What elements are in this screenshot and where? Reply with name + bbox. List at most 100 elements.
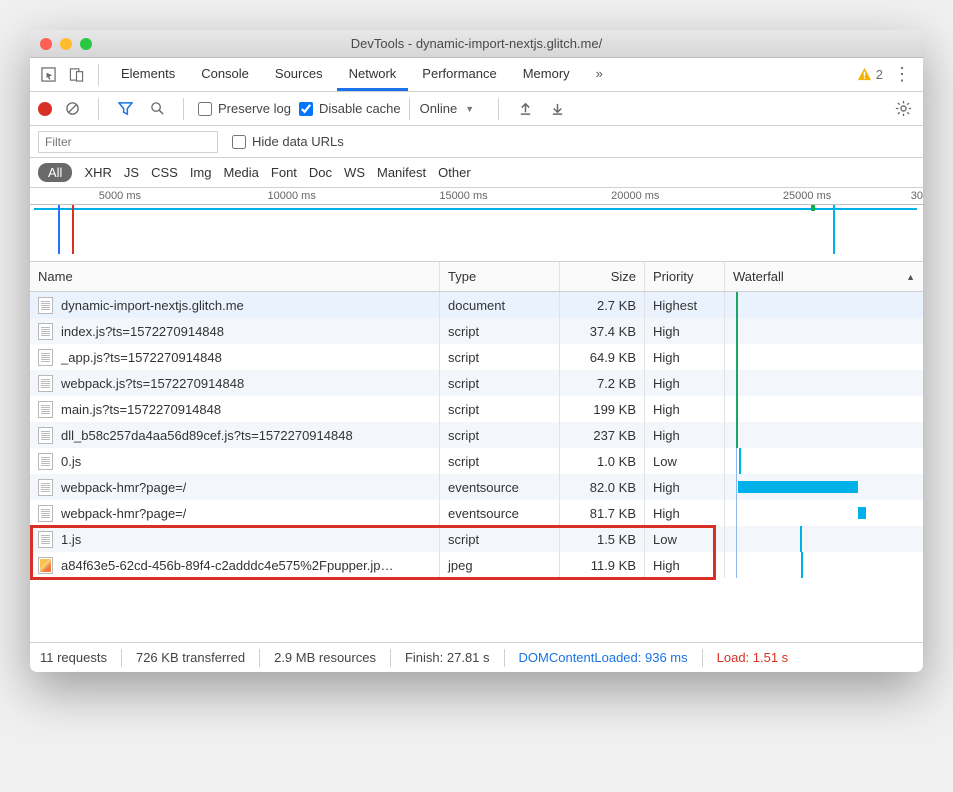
table-row[interactable]: dynamic-import-nextjs.glitch.medocument2… xyxy=(30,292,923,318)
close-window-button[interactable] xyxy=(40,38,52,50)
col-priority[interactable]: Priority xyxy=(645,262,725,291)
upload-har-icon[interactable] xyxy=(513,97,537,121)
tab-overflow[interactable]: » xyxy=(584,58,615,91)
tick: 10000 ms xyxy=(206,190,378,202)
hide-data-urls-checkbox[interactable]: Hide data URLs xyxy=(232,134,344,149)
preserve-log-checkbox[interactable]: Preserve log xyxy=(198,101,291,116)
hide-data-urls-label: Hide data URLs xyxy=(252,134,344,149)
device-toolbar-icon[interactable] xyxy=(64,63,88,87)
document-file-icon xyxy=(38,531,53,548)
type-other[interactable]: Other xyxy=(438,165,471,180)
request-priority: High xyxy=(645,500,725,526)
document-file-icon xyxy=(38,505,53,522)
throttling-select[interactable]: Online ▼ xyxy=(409,98,485,120)
request-size: 1.5 KB xyxy=(560,526,645,552)
waterfall-cell xyxy=(725,500,923,526)
stat-dcl: DOMContentLoaded: 936 ms xyxy=(519,650,688,665)
table-row[interactable]: webpack.js?ts=1572270914848script7.2 KBH… xyxy=(30,370,923,396)
request-size: 82.0 KB xyxy=(560,474,645,500)
tick: 5000 ms xyxy=(34,190,206,202)
request-type: script xyxy=(440,396,560,422)
col-waterfall[interactable]: Waterfall ▲ xyxy=(725,262,923,291)
type-ws[interactable]: WS xyxy=(344,165,365,180)
clear-icon[interactable] xyxy=(60,97,84,121)
throttling-value: Online xyxy=(420,101,458,116)
tab-console[interactable]: Console xyxy=(189,58,261,91)
request-name: dynamic-import-nextjs.glitch.me xyxy=(61,298,244,313)
table-row[interactable]: index.js?ts=1572270914848script37.4 KBHi… xyxy=(30,318,923,344)
document-file-icon xyxy=(38,323,53,340)
table-row[interactable]: _app.js?ts=1572270914848script64.9 KBHig… xyxy=(30,344,923,370)
devtools-menu[interactable]: ⋮ xyxy=(893,64,911,85)
col-size[interactable]: Size xyxy=(560,262,645,291)
request-type: document xyxy=(440,292,560,318)
table-row[interactable]: webpack-hmr?page=/eventsource82.0 KBHigh xyxy=(30,474,923,500)
request-name: _app.js?ts=1572270914848 xyxy=(61,350,222,365)
waterfall-cell xyxy=(725,526,923,552)
minimize-window-button[interactable] xyxy=(60,38,72,50)
network-settings-icon[interactable] xyxy=(891,97,915,121)
col-type[interactable]: Type xyxy=(440,262,560,291)
request-priority: High xyxy=(645,396,725,422)
table-row[interactable]: a84f63e5-62cd-456b-89f4-c2adddc4e575%2Fp… xyxy=(30,552,923,578)
request-name: dll_b58c257da4aa56d89cef.js?ts=157227091… xyxy=(61,428,353,443)
download-har-icon[interactable] xyxy=(545,97,569,121)
tick: 20000 ms xyxy=(549,190,721,202)
request-priority: High xyxy=(645,344,725,370)
titlebar: DevTools - dynamic-import-nextjs.glitch.… xyxy=(30,30,923,58)
type-css[interactable]: CSS xyxy=(151,165,178,180)
document-file-icon xyxy=(38,401,53,418)
table-row[interactable]: dll_b58c257da4aa56d89cef.js?ts=157227091… xyxy=(30,422,923,448)
zoom-window-button[interactable] xyxy=(80,38,92,50)
document-file-icon xyxy=(38,375,53,392)
request-table-body: dynamic-import-nextjs.glitch.me document 2… xyxy=(30,292,923,642)
table-row[interactable]: webpack-hmr?page=/eventsource81.7 KBHigh xyxy=(30,500,923,526)
type-media[interactable]: Media xyxy=(223,165,258,180)
traffic-lights xyxy=(40,38,92,50)
tab-sources[interactable]: Sources xyxy=(263,58,335,91)
filter-input[interactable] xyxy=(38,131,218,153)
tab-performance[interactable]: Performance xyxy=(410,58,508,91)
request-type: script xyxy=(440,526,560,552)
request-type: eventsource xyxy=(440,474,560,500)
request-name: 1.js xyxy=(61,532,81,547)
tab-memory[interactable]: Memory xyxy=(511,58,582,91)
type-font[interactable]: Font xyxy=(271,165,297,180)
stat-finish: Finish: 27.81 s xyxy=(405,650,490,665)
type-doc[interactable]: Doc xyxy=(309,165,332,180)
request-type: eventsource xyxy=(440,500,560,526)
waterfall-cell xyxy=(725,318,923,344)
tab-network[interactable]: Network xyxy=(337,58,409,91)
request-size: 237 KB xyxy=(560,422,645,448)
search-icon[interactable] xyxy=(145,97,169,121)
type-js[interactable]: JS xyxy=(124,165,139,180)
network-toolbar: Preserve log Disable cache Online ▼ xyxy=(30,92,923,126)
warning-counter[interactable]: 2 xyxy=(857,67,883,82)
disable-cache-checkbox[interactable]: Disable cache xyxy=(299,101,401,116)
table-row[interactable]: main.js?ts=1572270914848script199 KBHigh xyxy=(30,396,923,422)
type-img[interactable]: Img xyxy=(190,165,212,180)
table-row[interactable]: 1.jsscript1.5 KBLow xyxy=(30,526,923,552)
devtools-window: DevTools - dynamic-import-nextjs.glitch.… xyxy=(30,30,923,672)
tick: 30 xyxy=(893,190,923,202)
type-manifest[interactable]: Manifest xyxy=(377,165,426,180)
waterfall-cell xyxy=(725,422,923,448)
stat-transferred: 726 KB transferred xyxy=(136,650,245,665)
tab-elements[interactable]: Elements xyxy=(109,58,187,91)
timeline-overview[interactable]: 5000 ms 10000 ms 15000 ms 20000 ms 25000… xyxy=(30,188,923,262)
request-type: script xyxy=(440,344,560,370)
waterfall-cell xyxy=(725,474,923,500)
type-xhr[interactable]: XHR xyxy=(84,165,111,180)
element-selector-icon[interactable] xyxy=(36,63,60,87)
stat-resources: 2.9 MB resources xyxy=(274,650,376,665)
col-name[interactable]: Name xyxy=(30,262,440,291)
request-type: script xyxy=(440,448,560,474)
type-all[interactable]: All xyxy=(38,163,72,182)
request-size: 11.9 KB xyxy=(560,552,645,578)
table-row[interactable]: 0.jsscript1.0 KBLow xyxy=(30,448,923,474)
request-priority: High xyxy=(645,318,725,344)
request-priority: High xyxy=(645,370,725,396)
filter-icon[interactable] xyxy=(113,97,137,121)
record-button[interactable] xyxy=(38,102,52,116)
waterfall-cell xyxy=(725,344,923,370)
